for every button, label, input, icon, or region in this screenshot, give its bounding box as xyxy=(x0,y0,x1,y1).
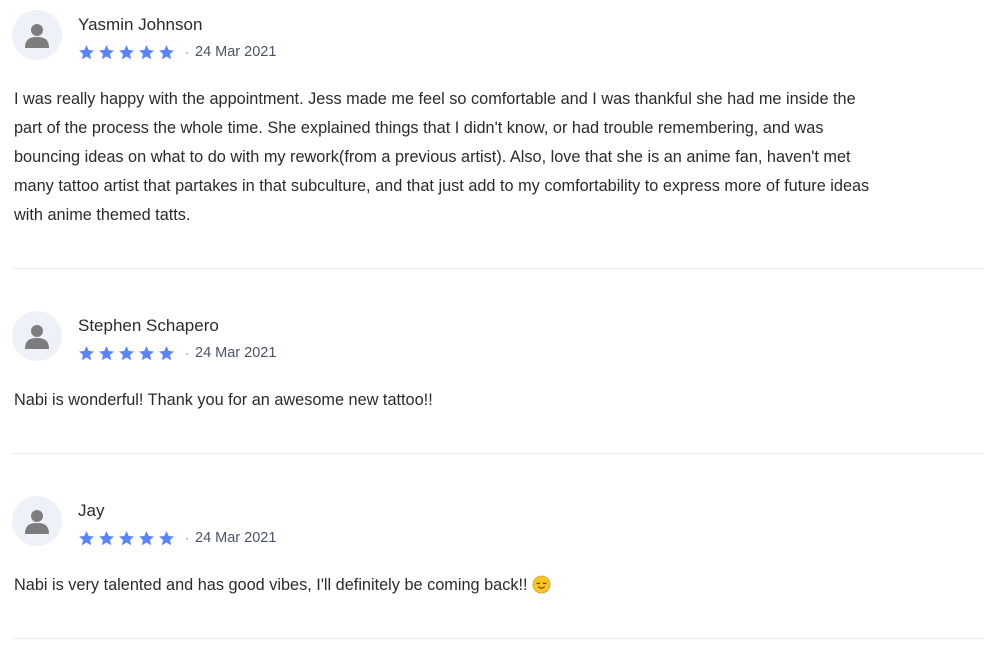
avatar xyxy=(12,311,62,361)
review-text-content: Nabi is very talented and has good vibes… xyxy=(14,576,528,594)
reviewer-name: Yasmin Johnson xyxy=(78,15,203,34)
star-icon xyxy=(79,44,94,59)
star-icon xyxy=(159,530,174,545)
user-avatar-icon xyxy=(25,510,49,534)
star-rating xyxy=(78,530,178,547)
separator-dot: · xyxy=(185,531,189,545)
star-icon xyxy=(79,345,94,360)
rating-row: · 24 Mar 2021 xyxy=(78,42,276,62)
rating-row: · 24 Mar 2021 xyxy=(78,343,276,363)
review-date: 24 Mar 2021 xyxy=(195,44,277,60)
star-icon xyxy=(139,345,154,360)
star-icon xyxy=(139,44,154,59)
review-date: 24 Mar 2021 xyxy=(195,530,277,546)
relieved-face-icon xyxy=(532,575,550,594)
star-icon xyxy=(79,530,94,545)
star-icon xyxy=(119,345,134,360)
review-text: Nabi is very talented and has good vibes… xyxy=(14,571,884,600)
avatar xyxy=(12,10,62,60)
divider xyxy=(12,638,984,639)
divider xyxy=(12,268,984,269)
star-icon xyxy=(159,44,174,59)
separator-dot: · xyxy=(185,45,189,59)
reviewer-name: Jay xyxy=(78,501,105,520)
reviewer-name: Stephen Schapero xyxy=(78,316,219,335)
star-icon xyxy=(119,530,134,545)
star-icon xyxy=(99,345,114,360)
star-icon xyxy=(159,345,174,360)
review-text: Nabi is wonderful! Thank you for an awes… xyxy=(14,391,433,409)
separator-dot: · xyxy=(185,346,189,360)
star-icon xyxy=(139,530,154,545)
avatar xyxy=(12,496,62,546)
star-rating xyxy=(78,44,178,61)
star-rating xyxy=(78,345,178,362)
review-date: 24 Mar 2021 xyxy=(195,345,277,361)
review-text: I was really happy with the appointment.… xyxy=(14,90,870,224)
divider xyxy=(12,453,984,454)
star-icon xyxy=(99,44,114,59)
star-icon xyxy=(119,44,134,59)
user-avatar-icon xyxy=(25,325,49,349)
user-avatar-icon xyxy=(25,24,49,48)
rating-row: · 24 Mar 2021 xyxy=(78,528,276,548)
star-icon xyxy=(99,530,114,545)
